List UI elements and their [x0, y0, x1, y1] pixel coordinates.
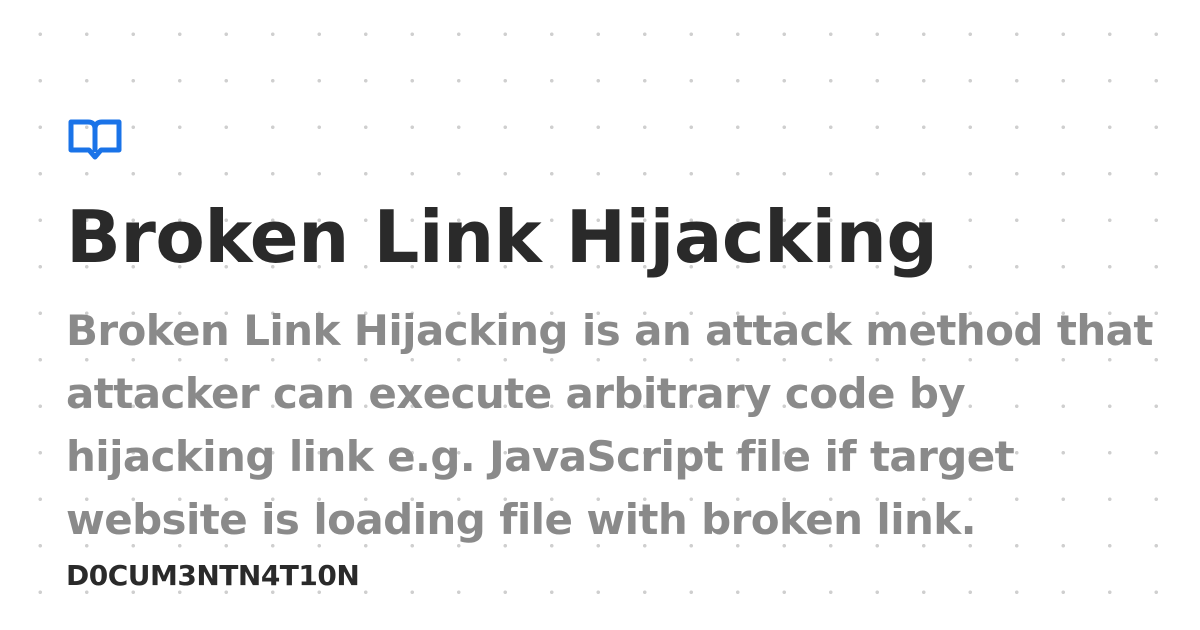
page-description: Broken Link Hijacking is an attack metho…	[66, 306, 1153, 544]
site-name: D0CUM3NTN4T10N	[66, 559, 360, 592]
open-book-icon	[68, 119, 122, 161]
page-title: Broken Link Hijacking	[66, 195, 938, 279]
